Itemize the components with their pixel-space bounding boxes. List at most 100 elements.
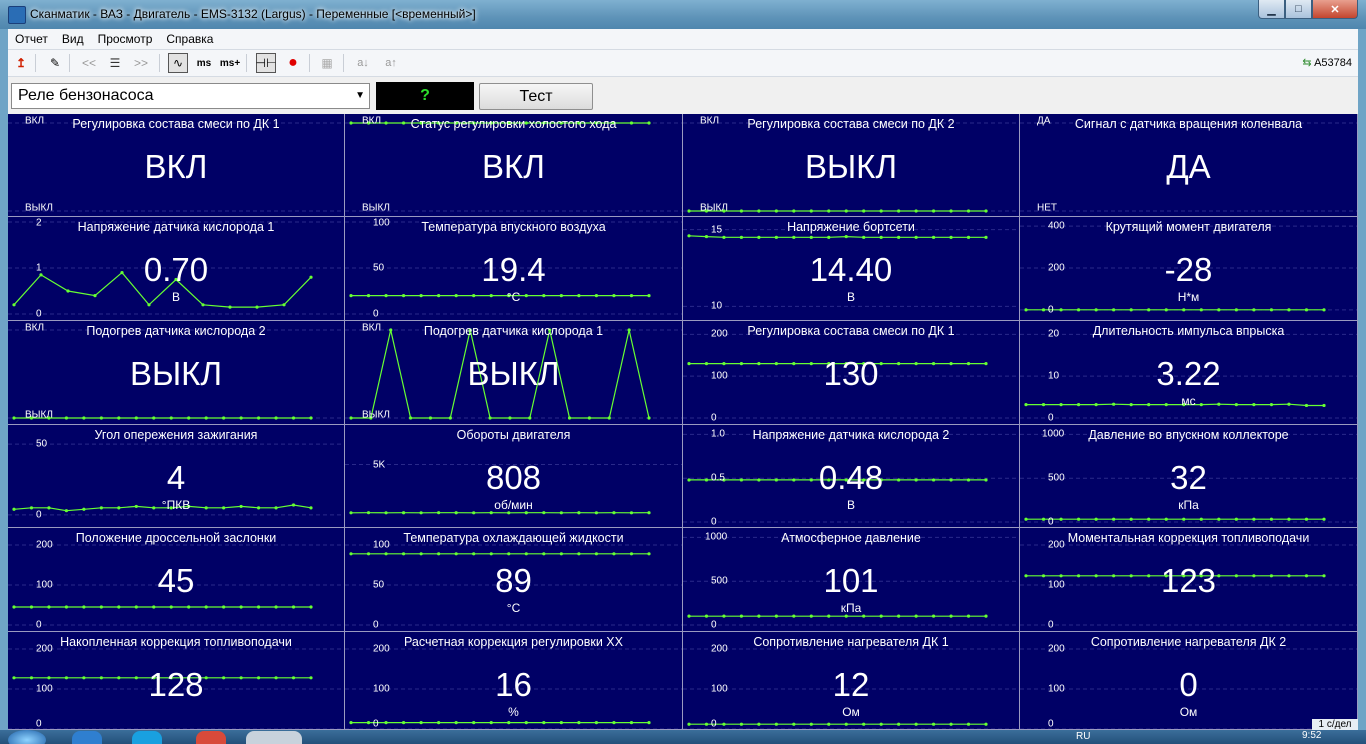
axis-tick-label: ВЫКЛ — [25, 409, 53, 421]
ms-plus-icon[interactable]: ms+ — [220, 53, 240, 73]
trace-point — [757, 722, 761, 726]
test-button[interactable]: Тест — [479, 83, 593, 110]
minimize-button[interactable]: ▁ — [1258, 0, 1285, 19]
save-icon[interactable]: ▦ — [317, 53, 337, 73]
window-titlebar[interactable]: Сканматик - ВАЗ - Двигатель - EMS-3132 (… — [0, 0, 1366, 29]
parameter-cell[interactable]: 15 10 Напряжение бортсети 14.40 В — [683, 217, 1020, 321]
trace-point — [1024, 308, 1028, 312]
parameter-cell[interactable]: ВКЛ ВЫКЛ Статус регулировки холостого хода… — [345, 114, 683, 217]
trace-point — [401, 552, 406, 556]
trace-point — [1217, 308, 1221, 312]
rewind-icon[interactable]: << — [79, 53, 99, 73]
parameter-unit: В — [171, 290, 180, 304]
skype-icon[interactable] — [132, 731, 162, 744]
parameter-cell[interactable]: ВКЛ ВЫКЛ Регулировка состава смеси по ДК 1… — [8, 114, 345, 217]
menu-help[interactable]: Справка — [159, 32, 220, 46]
trace-point — [291, 416, 296, 420]
trace-point — [419, 721, 423, 725]
axis-tick-label: 0 — [1048, 718, 1054, 730]
parameter-title: Угол опережения зажигания — [94, 428, 258, 442]
trace-point — [384, 552, 388, 556]
trace-point — [187, 605, 191, 609]
usb-icon: ⇆ — [1302, 57, 1315, 69]
sort-down-icon[interactable]: a↓ — [353, 53, 373, 73]
parameter-title: Статус регулировки холостого хода — [410, 117, 617, 131]
parameter-cell[interactable]: 100 50 0 Температура впускного воздуха 19.4 °… — [345, 217, 683, 321]
window-title: Сканматик - ВАЗ - Двигатель - EMS-3132 (… — [30, 7, 476, 21]
parameter-cell[interactable]: 5K Обороты двигателя 808 об/мин — [345, 425, 683, 528]
sort-up-icon[interactable]: a↑ — [381, 53, 401, 73]
record-icon[interactable]: ● — [283, 53, 303, 73]
parameter-cell[interactable]: 20 10 0 Длительность импульса впрыска 3.22 мс — [1020, 321, 1358, 425]
scanmatik-task[interactable] — [246, 731, 302, 744]
parameter-cell[interactable]: ВКЛ ВЫКЛ Подогрев датчика кислорода 1 ВЫКЛ — [345, 321, 683, 425]
parameter-cell[interactable]: 200 100 0 Накопленная коррекция топливопода… — [8, 632, 345, 730]
trace-point — [349, 552, 353, 556]
trace-point — [897, 722, 901, 726]
parameter-cell[interactable]: ДА НЕТ Сигнал с датчика вращения коленвала… — [1020, 114, 1358, 217]
trace-point — [152, 605, 156, 609]
parameter-grid: ВКЛ ВЫКЛ Регулировка состава смеси по ДК 1… — [8, 114, 1358, 730]
trace-point — [914, 209, 918, 213]
trace-point — [169, 605, 173, 609]
parameter-cell[interactable]: 200 100 0 Сопротивление нагревателя ДК 2 0 Ом — [1020, 632, 1358, 730]
actuator-select[interactable]: Реле бензонасоса ▼ — [11, 83, 370, 109]
parameter-cell[interactable]: 50 0 Угол опережения зажигания 4 °ПКВ — [8, 425, 345, 528]
connect-icon[interactable]: ⊣⊢ — [256, 53, 276, 73]
ms-minus-icon[interactable]: ms — [194, 53, 214, 73]
parameter-value: 14.40 — [809, 251, 893, 288]
start-button[interactable] — [8, 730, 46, 744]
list-icon[interactable]: ☰ — [105, 53, 125, 73]
close-button[interactable]: ✕ — [1312, 0, 1358, 19]
trace-point — [1059, 517, 1063, 521]
browser-icon[interactable] — [72, 731, 102, 744]
trace-point — [1112, 308, 1116, 312]
parameter-cell[interactable]: 400 200 0 Крутящий момент двигателя -28 Н*м — [1020, 217, 1358, 321]
parameter-cell[interactable]: 2 1 0 Напряжение датчика кислорода 1 0.70 В — [8, 217, 345, 321]
trace-point — [559, 552, 563, 556]
trace-point — [827, 722, 831, 726]
menu-browse[interactable]: Просмотр — [91, 32, 160, 46]
parameter-cell[interactable]: 1.0 0.5 0 Напряжение датчика кислорода 2 0.4… — [683, 425, 1020, 528]
parameter-cell[interactable]: 200 100 0 Регулировка состава смеси по ДК 1… — [683, 321, 1020, 425]
parameter-cell[interactable]: 200 100 0 Положение дроссельной заслонки 45 — [8, 528, 345, 632]
trace-point — [792, 614, 796, 618]
menu-view[interactable]: Вид — [55, 32, 91, 46]
parameter-cell[interactable]: 200 100 0 Моментальная коррекция топливопод… — [1020, 528, 1358, 632]
exit-icon[interactable]: ↥ — [11, 53, 31, 73]
trace-point — [757, 209, 761, 213]
trace-point — [1076, 308, 1081, 312]
trace-point — [187, 416, 191, 420]
trace-point — [1217, 517, 1221, 521]
trace-line — [688, 235, 986, 238]
trace-point — [309, 416, 313, 420]
forward-icon[interactable]: >> — [131, 53, 151, 73]
trace-point — [914, 235, 918, 239]
trace-point — [428, 416, 433, 420]
trace-point — [984, 235, 988, 239]
parameter-title: Напряжение датчика кислорода 2 — [752, 428, 950, 442]
parameter-cell[interactable]: 1000 500 0 Атмосферное давление 101 кПа — [683, 528, 1020, 632]
trace-point — [862, 614, 866, 618]
parameter-cell[interactable]: ВКЛ ВЫКЛ Подогрев датчика кислорода 2 ВЫКЛ — [8, 321, 345, 425]
maximize-button[interactable]: □ — [1285, 0, 1312, 19]
parameter-value: -28 — [1164, 251, 1213, 288]
trace-point — [489, 552, 493, 556]
parameter-cell[interactable]: 1000 500 0 Давление во впускном коллекторе 3… — [1020, 425, 1358, 528]
parameter-cell[interactable]: 200 100 0 Сопротивление нагревателя ДК 1 12 О… — [683, 632, 1020, 730]
trace-point — [384, 721, 388, 725]
trace-point — [757, 235, 761, 239]
trace-point — [827, 614, 831, 618]
menu-report[interactable]: Отчет — [8, 32, 55, 46]
trace-point — [844, 614, 848, 618]
parameter-unit: кПа — [840, 601, 862, 615]
chrome-icon[interactable] — [196, 731, 226, 744]
waveform-icon[interactable]: ∿ — [168, 53, 188, 73]
parameter-cell[interactable]: 100 50 0 Температура охлаждающей жидкости 89… — [345, 528, 683, 632]
trace-point — [931, 722, 936, 726]
parameter-cell[interactable]: 200 100 0 Расчетная коррекция регулировки X… — [345, 632, 683, 730]
toolbar-separator — [246, 54, 247, 72]
edit-icon[interactable]: ✎ — [45, 53, 65, 73]
parameter-cell[interactable]: ВКЛ ВЫКЛ Регулировка состава смеси по ДК 2… — [683, 114, 1020, 217]
tray-language[interactable]: RU — [1076, 731, 1090, 742]
